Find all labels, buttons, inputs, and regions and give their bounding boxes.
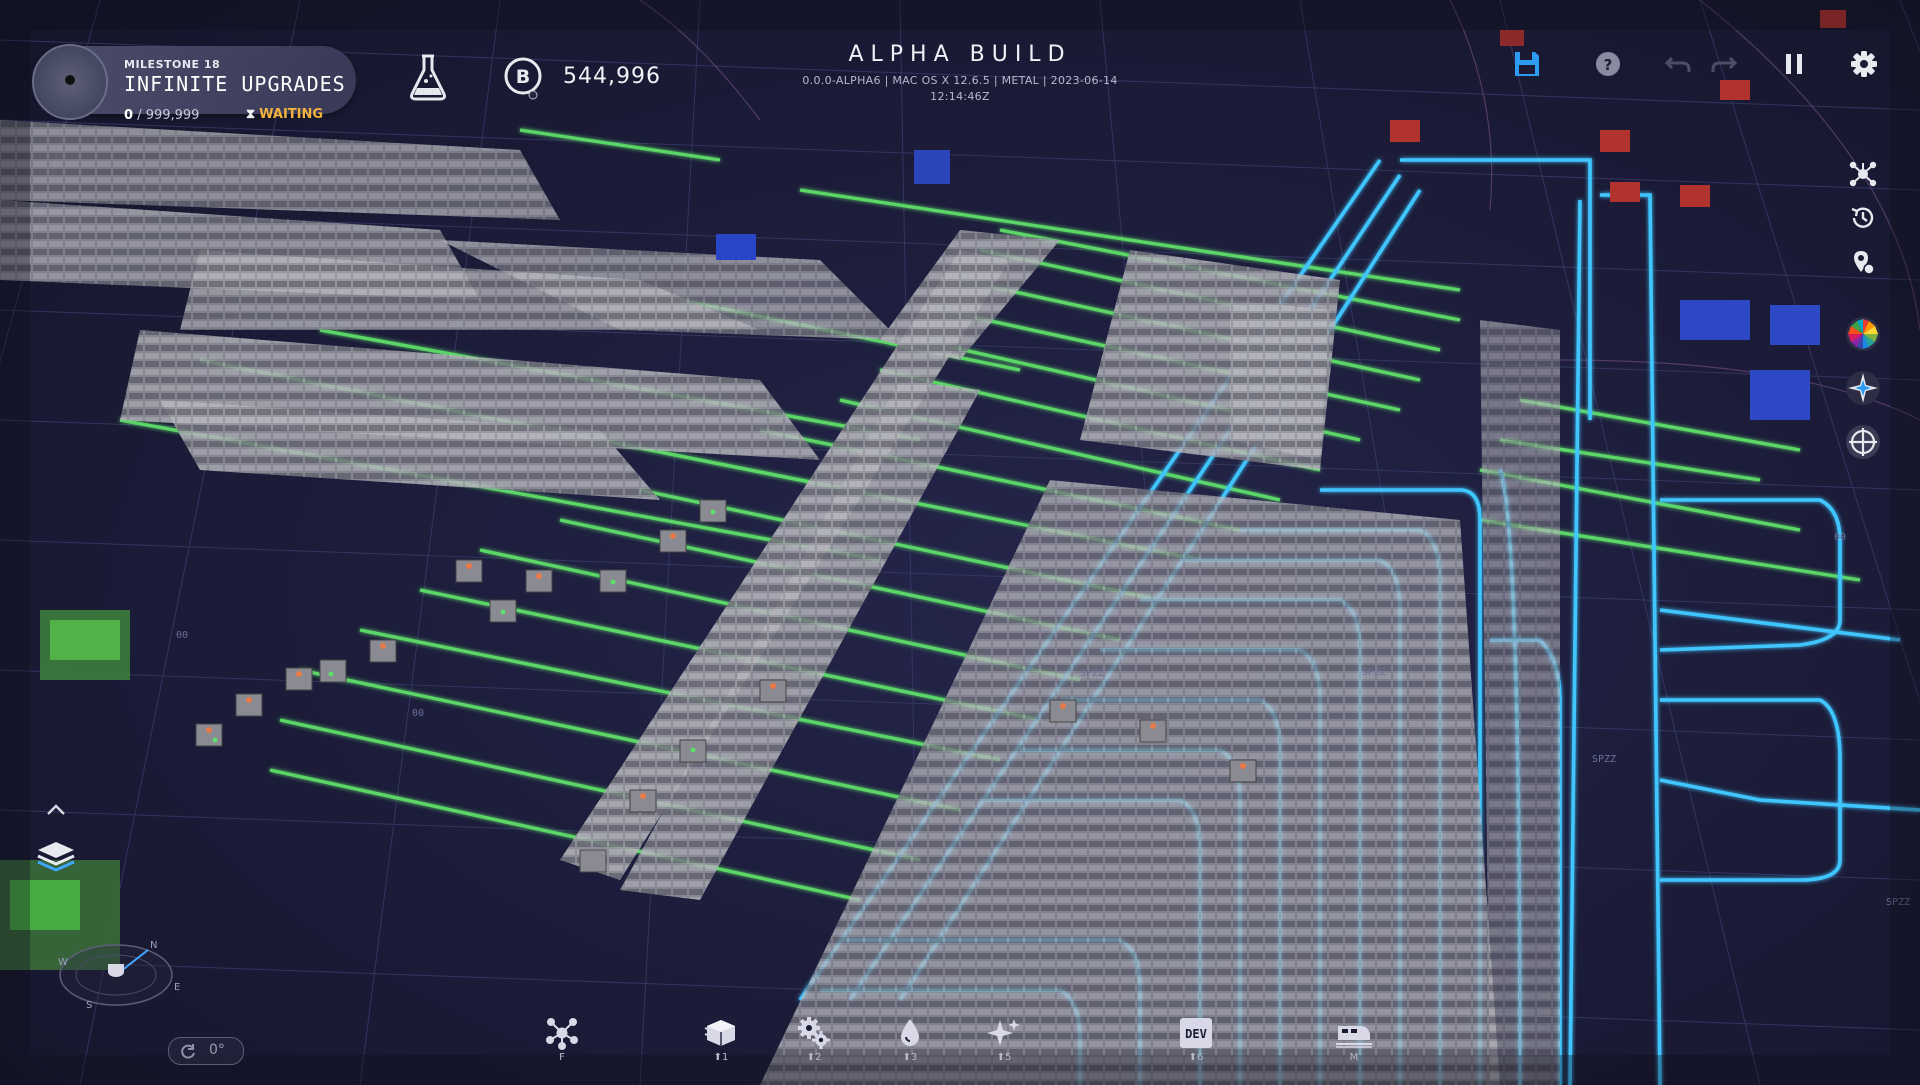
toolbar-key: ⬆2 xyxy=(806,1052,822,1063)
compass-star-icon xyxy=(1846,371,1880,405)
floor-label: SPZZ xyxy=(1362,667,1386,678)
toolbar-key: ⬆3 xyxy=(902,1052,918,1063)
flask-icon[interactable] xyxy=(406,52,450,102)
compass-letter: S xyxy=(86,1000,92,1010)
waypoint-icon xyxy=(1854,251,1875,275)
history-button[interactable] xyxy=(1845,200,1881,236)
milestone-status: ⧗ WAITING xyxy=(246,107,323,122)
train-icon xyxy=(1336,1026,1372,1048)
milestone-progress-total: / 999,999 xyxy=(137,108,200,123)
save-button[interactable] xyxy=(1509,46,1545,82)
fluid-drop-icon xyxy=(901,1019,919,1046)
milestone-number: MILESTONE 18 xyxy=(124,58,221,71)
svg-text:?: ? xyxy=(1604,56,1613,74)
network-view-button[interactable] xyxy=(1845,156,1881,192)
currency-value: 544,996 xyxy=(563,64,661,89)
compass-star-button[interactable] xyxy=(1845,370,1881,406)
toolbar-dev[interactable]: DEV ⬆6 xyxy=(1170,1016,1222,1072)
gears-icon xyxy=(798,1017,830,1049)
network-icon xyxy=(1849,161,1877,187)
save-icon xyxy=(1515,52,1539,76)
color-wheel-icon xyxy=(1846,317,1880,351)
milestone-progress-current: 0 xyxy=(124,108,134,123)
chevron-up-icon[interactable] xyxy=(44,800,68,820)
svg-text:B: B xyxy=(516,66,530,88)
build-title: ALPHA BUILD xyxy=(848,42,1072,67)
crosshair-icon xyxy=(1846,425,1880,459)
settings-button[interactable] xyxy=(1846,46,1882,82)
rotation-indicator[interactable]: 0° xyxy=(168,1037,244,1065)
hourglass-icon: ⧗ xyxy=(246,107,256,122)
milestone-progress: 0 / 999,999 xyxy=(124,108,199,123)
pause-button[interactable] xyxy=(1776,46,1812,82)
milestone-panel[interactable]: MILESTONE 18 INFINITE UPGRADES xyxy=(32,44,356,120)
sparkle-icon xyxy=(987,1019,1020,1046)
toolbar-key: M xyxy=(1349,1052,1359,1063)
history-icon xyxy=(1851,207,1874,228)
milestone-disc-icon xyxy=(32,44,108,120)
buildings-icon xyxy=(704,1020,735,1046)
color-wheel-button[interactable] xyxy=(1845,316,1881,352)
build-info: 0.0.0-ALPHA6 | MAC OS X 12.6.5 | METAL |… xyxy=(760,73,1160,105)
toolbar-key: F xyxy=(559,1052,565,1063)
rotate-icon xyxy=(181,1044,195,1059)
research-tree-icon xyxy=(546,1018,578,1050)
crosshair-button[interactable] xyxy=(1845,424,1881,460)
help-icon: ? xyxy=(1596,52,1620,76)
toolbar-buildings[interactable]: ⬆1 xyxy=(695,1016,747,1072)
toolbar-effects[interactable]: ⬆5 xyxy=(978,1016,1030,1072)
camera-compass[interactable]: N E S W xyxy=(56,920,186,1010)
redo-button[interactable] xyxy=(1706,46,1742,82)
floor-label: 00 xyxy=(412,708,424,719)
toolbar-research-tree[interactable]: F xyxy=(536,1016,588,1072)
floor-label: 00 xyxy=(1834,532,1846,543)
settings-icon xyxy=(1851,51,1877,77)
build-timestamp: 12:14:46Z xyxy=(930,90,990,103)
factory-scene[interactable]: 00 00 SPZZ SPZZ SPZZ 00 SPZZ xyxy=(0,0,1920,1085)
b-coin-icon: B xyxy=(504,57,542,100)
help-button[interactable]: ? xyxy=(1590,46,1626,82)
toolbar-gears[interactable]: ⬆2 xyxy=(788,1016,840,1072)
dev-label: DEV xyxy=(1185,1027,1207,1041)
compass-letter: W xyxy=(58,957,68,968)
compass-letter: E xyxy=(174,982,180,993)
pause-icon xyxy=(1786,54,1802,74)
toolbar-key: ⬆1 xyxy=(713,1052,729,1063)
redo-icon xyxy=(1711,56,1738,72)
toolbar-fluids[interactable]: ⬆3 xyxy=(884,1016,936,1072)
milestone-status-text: WAITING xyxy=(259,107,324,122)
toolbar-key: ⬆6 xyxy=(1188,1052,1204,1063)
dev-icon: DEV xyxy=(1180,1018,1212,1048)
layers-icon[interactable] xyxy=(34,832,78,876)
floor-label: SPZZ xyxy=(1080,668,1104,679)
rotation-value: 0° xyxy=(209,1042,225,1058)
milestone-title: INFINITE UPGRADES xyxy=(124,72,346,96)
floor-label: 00 xyxy=(176,630,188,641)
undo-icon xyxy=(1664,56,1691,72)
compass-letter: N xyxy=(150,940,157,951)
build-info-line: 0.0.0-ALPHA6 | MAC OS X 12.6.5 | METAL |… xyxy=(802,74,1118,87)
floor-label: SPZZ xyxy=(1592,754,1616,765)
waypoint-button[interactable] xyxy=(1845,244,1881,280)
toolbar-key: ⬆5 xyxy=(996,1052,1012,1063)
undo-button[interactable] xyxy=(1660,46,1696,82)
toolbar-trains[interactable]: M xyxy=(1328,1016,1380,1072)
